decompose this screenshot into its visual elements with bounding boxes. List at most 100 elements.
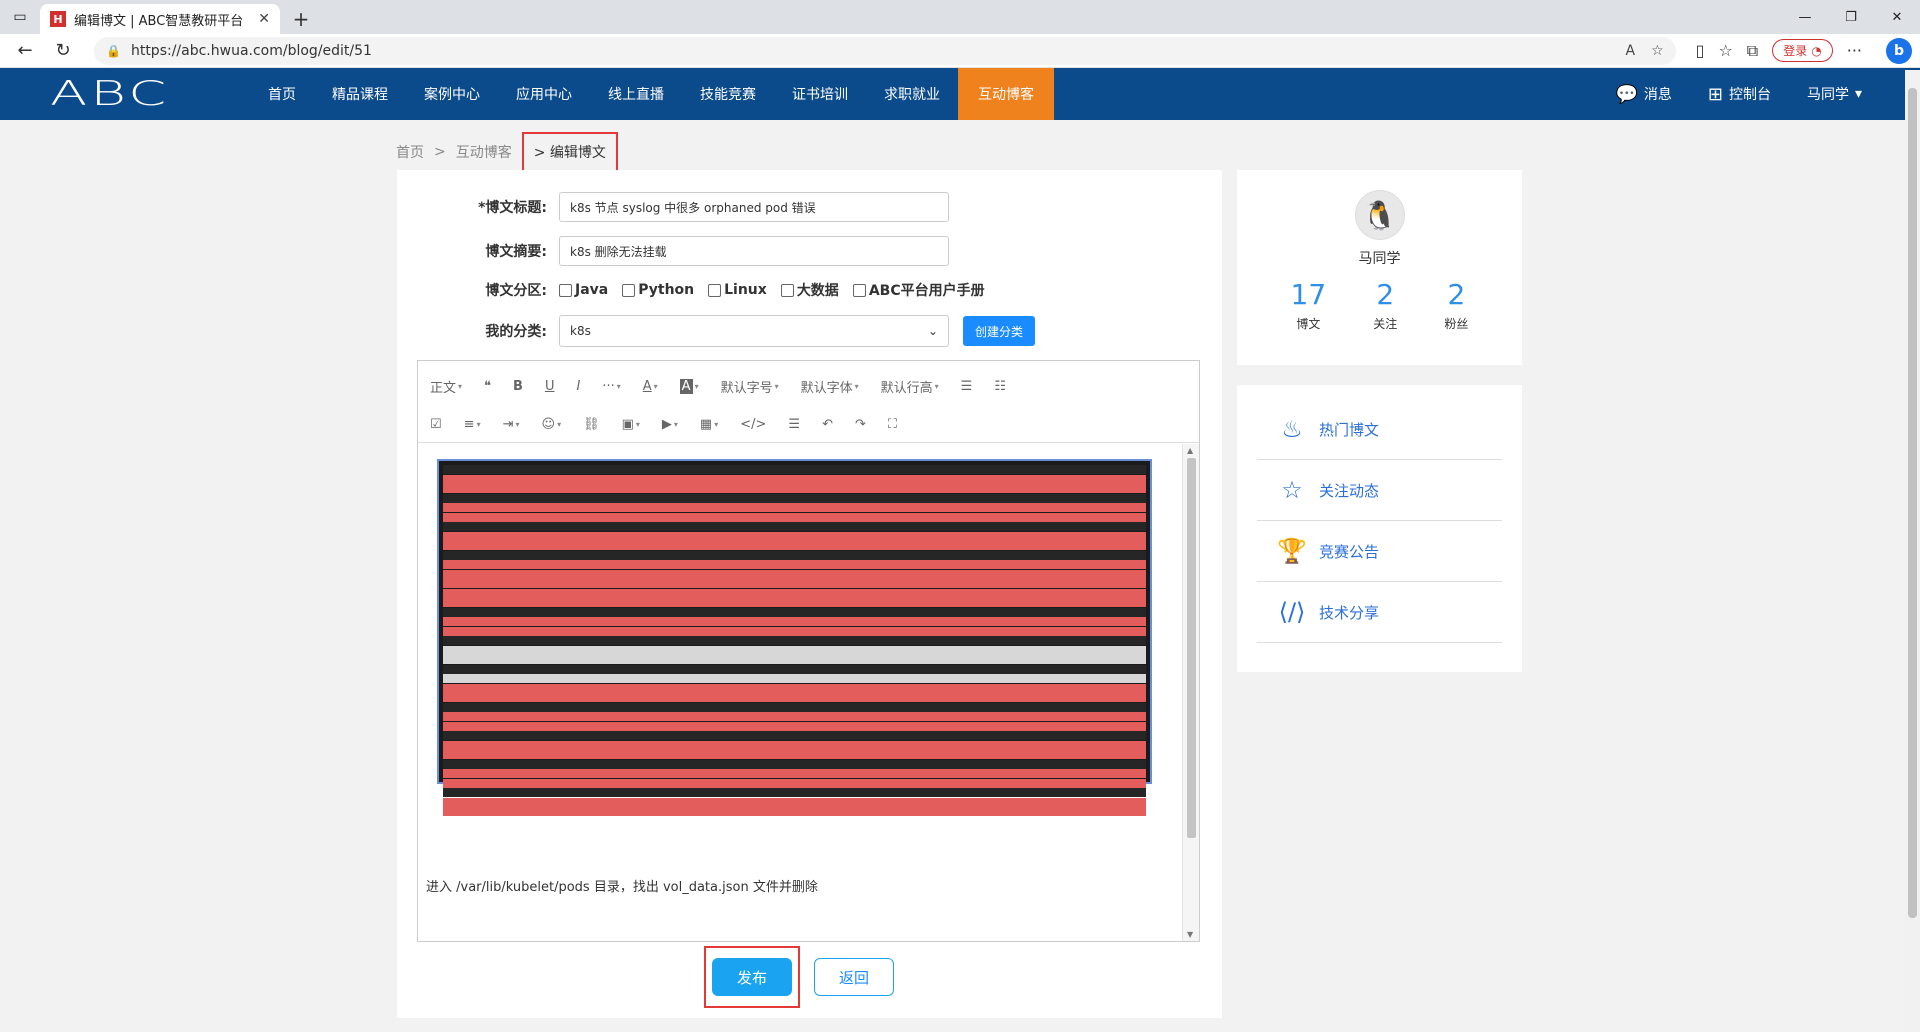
line-height-dropdown[interactable]: 默认行高 ▾ — [881, 377, 939, 396]
terminal-screenshot-image[interactable] — [437, 459, 1152, 816]
more-menu-icon[interactable]: ··· — [1847, 41, 1862, 60]
rich-text-editor: 正文 ▾ ❝ B U I ··· ▾ A ▾ A ▾ 默认字号 ▾ 默认字体 ▾ 默认行高 ▾… — [417, 360, 1200, 942]
category-select[interactable]: k8s ⌄ — [559, 315, 949, 347]
nav-item-live[interactable]: 线上直播 — [590, 68, 682, 120]
image-dropdown[interactable]: ▣ ▾ — [622, 417, 640, 432]
publish-button[interactable]: 发布 — [712, 958, 792, 996]
quote-icon[interactable]: ❝ — [484, 379, 491, 394]
user-menu[interactable]: 马同学 ▾ — [1807, 84, 1862, 104]
editor-scrollbar[interactable]: ▲ ▼ — [1182, 444, 1199, 941]
lock-icon[interactable]: 🔒 — [106, 44, 121, 58]
browser-tab-bar: ▭ H 编辑博文 | ABC智慧教研平台 ✕ + — ❐ ✕ — [0, 0, 1920, 34]
zone-checkbox-manual[interactable]: ABC平台用户手册 — [852, 280, 985, 300]
terminal-log-line — [443, 674, 1146, 683]
scroll-down-icon[interactable]: ▼ — [1187, 930, 1193, 939]
new-tab-button[interactable]: + — [286, 4, 316, 34]
avatar[interactable]: 🐧 — [1354, 190, 1405, 240]
title-input[interactable]: k8s 节点 syslog 中很多 orphaned pod 错误 — [559, 192, 949, 222]
title-row: *博文标题: k8s 节点 syslog 中很多 orphaned pod 错误 — [417, 192, 949, 222]
console-link[interactable]: ⊞ 控制台 — [1708, 84, 1771, 105]
todo-icon[interactable]: ☑ — [430, 417, 442, 432]
terminal-log-line — [443, 740, 1146, 750]
bold-icon[interactable]: B — [513, 379, 523, 394]
code-file-icon: ⟨/⟩ — [1278, 598, 1306, 626]
link-icon[interactable]: ⛓ — [583, 417, 600, 432]
nav-item-jobs[interactable]: 求职就业 — [866, 68, 958, 120]
fullscreen-icon[interactable]: ⛶ — [888, 417, 897, 432]
tab-close-icon[interactable]: ✕ — [258, 11, 270, 27]
profile-card: 🐧 马同学 17 博文 2 关注 2 粉丝 — [1237, 170, 1522, 365]
font-color-dropdown[interactable]: A ▾ — [643, 379, 658, 394]
collections-icon[interactable]: ⧉ — [1747, 41, 1758, 61]
align-dropdown[interactable]: ≡ ▾ — [464, 417, 481, 432]
more-styles-dropdown[interactable]: ··· ▾ — [602, 379, 620, 394]
stat-posts[interactable]: 17 博文 — [1291, 278, 1327, 332]
numbered-list-icon[interactable]: ☷ — [994, 379, 1006, 394]
favorites-icon[interactable]: ☆ — [1718, 41, 1732, 60]
undo-icon[interactable]: ↶ — [822, 417, 833, 432]
back-button[interactable]: 返回 — [814, 958, 894, 996]
table-dropdown[interactable]: ▦ ▾ — [700, 417, 718, 432]
bulleted-list-icon[interactable]: ☰ — [961, 379, 973, 394]
font-family-dropdown[interactable]: 默认字体 ▾ — [801, 377, 859, 396]
create-category-button[interactable]: 创建分类 — [963, 316, 1036, 346]
zone-checkbox-java[interactable]: Java — [559, 280, 608, 300]
italic-icon[interactable]: I — [576, 379, 580, 394]
editor-content[interactable]: 进入 /var/lib/kubelet/pods 目录，找出 vol_data.… — [418, 444, 1182, 941]
refresh-icon[interactable]: ↻ — [46, 37, 80, 65]
terminal-log-line — [443, 588, 1146, 598]
zone-checkbox-bigdata[interactable]: 大数据 — [780, 280, 839, 300]
stat-following[interactable]: 2 关注 — [1373, 278, 1397, 332]
zone-checkbox-python[interactable]: Python — [622, 280, 694, 300]
split-screen-icon[interactable]: ▯ — [1696, 41, 1705, 60]
nav-item-apps[interactable]: 应用中心 — [498, 68, 590, 120]
terminal-log-line — [443, 683, 1146, 693]
video-dropdown[interactable]: ▶ ▾ — [662, 417, 678, 432]
omnibox[interactable]: 🔒 https://abc.hwua.com/blog/edit/51 A ☆ — [94, 36, 1676, 65]
url-text[interactable]: https://abc.hwua.com/blog/edit/51 — [131, 43, 1616, 59]
summary-label: 博文摘要: — [485, 244, 547, 260]
zone-checkbox-linux[interactable]: Linux — [708, 280, 767, 300]
sidebar-link-tech-share[interactable]: ⟨/⟩ 技术分享 — [1257, 582, 1502, 643]
profile-name[interactable]: 马同学 — [1237, 248, 1522, 268]
close-window-icon[interactable]: ✕ — [1874, 0, 1920, 34]
editor-paragraph[interactable]: 进入 /var/lib/kubelet/pods 目录，找出 vol_data.… — [426, 876, 818, 895]
nav-item-certificates[interactable]: 证书培训 — [774, 68, 866, 120]
main-menu: 首页 精品课程 案例中心 应用中心 线上直播 技能竞赛 证书培训 求职就业 互动… — [250, 68, 1054, 120]
read-aloud-icon[interactable]: A — [1626, 43, 1636, 59]
nav-item-cases[interactable]: 案例中心 — [406, 68, 498, 120]
paragraph-style-dropdown[interactable]: 正文 ▾ — [430, 377, 462, 396]
sidebar-link-following[interactable]: ☆ 关注动态 — [1257, 460, 1502, 521]
redo-icon[interactable]: ↷ — [855, 417, 866, 432]
background-color-dropdown[interactable]: A ▾ — [679, 378, 699, 394]
messages-link[interactable]: 💬 消息 — [1615, 84, 1671, 105]
terminal-log-line — [443, 788, 1146, 797]
breadcrumb-section[interactable]: 互动博客 — [456, 142, 512, 162]
summary-input[interactable]: k8s 删除无法挂载 — [559, 236, 949, 266]
divider-icon[interactable]: ☰ — [788, 417, 800, 432]
emoji-dropdown[interactable]: ☺ ▾ — [542, 417, 562, 432]
underline-icon[interactable]: U — [545, 379, 555, 394]
sidebar-link-contests[interactable]: 🏆 竞赛公告 — [1257, 521, 1502, 582]
code-icon[interactable]: </> — [740, 417, 766, 432]
page-scrollbar[interactable] — [1905, 70, 1920, 1032]
scroll-up-icon[interactable]: ▲ — [1187, 446, 1193, 455]
browser-tab[interactable]: H 编辑博文 | ABC智慧教研平台 ✕ — [40, 4, 280, 34]
restore-icon[interactable]: ❐ — [1828, 0, 1874, 34]
sidebar-link-hot-posts[interactable]: ♨ 热门博文 — [1257, 399, 1502, 460]
nav-item-contests[interactable]: 技能竞赛 — [682, 68, 774, 120]
tab-title: 编辑博文 | ABC智慧教研平台 — [74, 13, 244, 29]
font-size-dropdown[interactable]: 默认字号 ▾ — [721, 377, 779, 396]
tab-actions-icon[interactable]: ▭ — [0, 0, 40, 34]
copilot-icon[interactable]: b — [1886, 37, 1912, 64]
add-favorite-icon[interactable]: ☆ — [1651, 43, 1664, 59]
indent-dropdown[interactable]: ⇥ ▾ — [503, 417, 520, 432]
breadcrumb-home[interactable]: 首页 — [396, 142, 424, 162]
back-arrow-icon[interactable]: ← — [8, 37, 42, 65]
minimize-icon[interactable]: — — [1782, 0, 1828, 34]
site-logo[interactable]: ABC — [50, 74, 306, 114]
nav-item-blog[interactable]: 互动博客 — [958, 68, 1054, 120]
profile-login-button[interactable]: 登录 ◔ — [1772, 39, 1833, 62]
stat-followers[interactable]: 2 粉丝 — [1444, 278, 1468, 332]
nav-item-courses[interactable]: 精品课程 — [314, 68, 406, 120]
